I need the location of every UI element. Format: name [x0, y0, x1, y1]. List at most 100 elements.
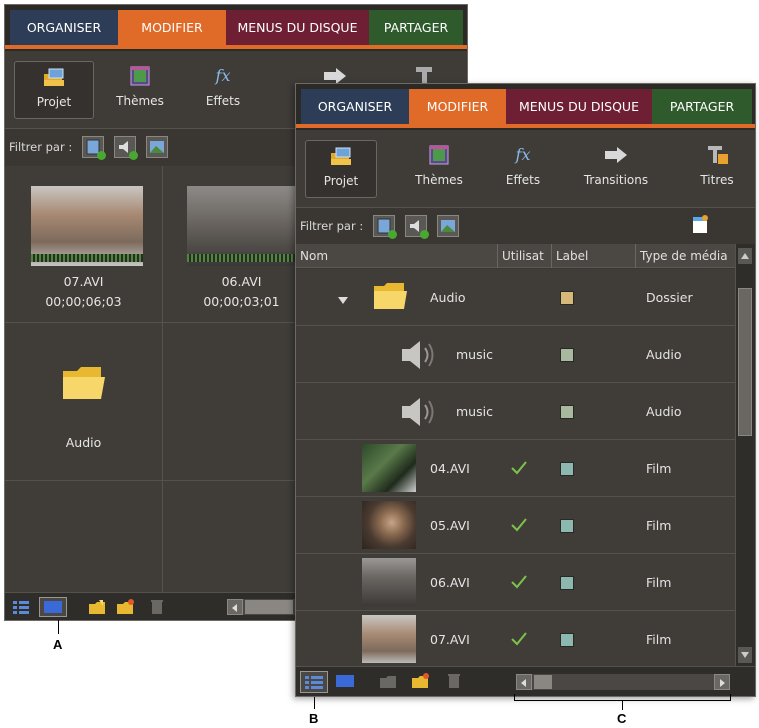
- video-thumbnail: [362, 558, 416, 606]
- horizontal-scrollbar[interactable]: [227, 599, 297, 615]
- tab-menus-du-disque[interactable]: MENUS DU DISQUE: [506, 89, 652, 124]
- audio-waveform: [31, 254, 143, 262]
- audio-waveform: [187, 254, 299, 262]
- list-item[interactable]: 04.AVI Film: [296, 440, 735, 497]
- tab-underline: [296, 124, 755, 128]
- media-list: Audio Dossier music Audio music Audio 04…: [296, 269, 735, 667]
- transitions-arrow-icon: [603, 144, 629, 166]
- titres-button[interactable]: Titres: [688, 140, 746, 198]
- folder-icon: [372, 280, 408, 315]
- effets-button[interactable]: fx Effets: [188, 61, 258, 119]
- icon-view-icon[interactable]: [334, 672, 356, 690]
- video-thumbnail: [362, 615, 416, 663]
- new-item-icon[interactable]: [378, 672, 398, 690]
- list-item[interactable]: Audio Dossier: [296, 269, 735, 326]
- front-panel: ORGANISER MODIFIER MENUS DU DISQUE PARTA…: [295, 83, 756, 697]
- scroll-right-button[interactable]: [714, 674, 730, 690]
- new-folder-icon[interactable]: [410, 672, 430, 690]
- column-header-type[interactable]: Type de média: [636, 244, 736, 268]
- trash-icon[interactable]: [446, 672, 462, 690]
- themes-icon: [426, 144, 452, 166]
- scroll-thumb[interactable]: [534, 675, 552, 689]
- filter-audio-button[interactable]: [114, 136, 139, 160]
- grid-item-empty: [5, 481, 163, 601]
- fx-icon: fx: [215, 66, 231, 85]
- scroll-down-button[interactable]: [738, 647, 752, 663]
- effets-button[interactable]: fx Effets: [494, 140, 552, 198]
- tab-underline: [5, 45, 467, 49]
- label-swatch[interactable]: [560, 633, 574, 647]
- grid-item-07avi[interactable]: 07.AVI 00;00;06;03: [5, 166, 163, 323]
- filter-image-button[interactable]: [146, 136, 169, 158]
- themes-icon: [127, 65, 153, 87]
- new-document-icon[interactable]: [691, 215, 709, 238]
- titles-icon: [704, 144, 730, 166]
- callout-c: C: [617, 711, 627, 726]
- projet-button[interactable]: Projet: [14, 61, 94, 119]
- new-folder-icon[interactable]: [115, 598, 135, 616]
- tab-bar: ORGANISER MODIFIER MENUS DU DISQUE PARTA…: [296, 84, 755, 130]
- label-swatch[interactable]: [560, 348, 574, 362]
- scroll-left-button[interactable]: [516, 674, 532, 690]
- tab-modifier[interactable]: MODIFIER: [118, 10, 226, 45]
- label-swatch[interactable]: [560, 291, 574, 305]
- column-header-utilisation[interactable]: Utilisat: [498, 244, 552, 268]
- icon-view-button[interactable]: [39, 597, 67, 617]
- scroll-thumb[interactable]: [245, 600, 293, 614]
- vertical-scrollbar[interactable]: [735, 244, 755, 667]
- check-icon: [510, 574, 528, 593]
- speaker-icon: [398, 395, 438, 432]
- list-header: Nom Utilisat Label Type de média: [296, 244, 735, 268]
- list-item[interactable]: 07.AVI Film: [296, 611, 735, 667]
- label-swatch[interactable]: [560, 462, 574, 476]
- scroll-thumb[interactable]: [738, 288, 752, 436]
- list-item[interactable]: music Audio: [296, 383, 735, 440]
- check-icon: [510, 631, 528, 650]
- filter-audio-button[interactable]: [405, 215, 430, 239]
- folder-icon: [61, 363, 107, 407]
- check-icon: [510, 460, 528, 479]
- project-icon: [41, 66, 67, 88]
- project-icon: [328, 145, 354, 167]
- tab-partager[interactable]: PARTAGER: [652, 89, 752, 124]
- label-swatch[interactable]: [560, 405, 574, 419]
- column-header-nom[interactable]: Nom: [296, 244, 498, 268]
- new-item-icon[interactable]: [87, 598, 107, 616]
- callout-a: A: [53, 637, 63, 652]
- list-item[interactable]: 06.AVI Film: [296, 554, 735, 611]
- horizontal-scrollbar[interactable]: [516, 674, 730, 690]
- list-view-button[interactable]: [300, 671, 328, 693]
- tab-partager[interactable]: PARTAGER: [369, 10, 463, 45]
- tab-bar: ORGANISER MODIFIER MENUS DU DISQUE PARTA…: [5, 5, 467, 51]
- callout-bracket-c-right: [730, 694, 731, 701]
- tab-organiser[interactable]: ORGANISER: [301, 89, 409, 124]
- scroll-up-button[interactable]: [738, 248, 752, 264]
- list-item[interactable]: music Audio: [296, 326, 735, 383]
- callout-line-c: [622, 700, 623, 710]
- list-item[interactable]: 05.AVI Film: [296, 497, 735, 554]
- themes-button[interactable]: Thèmes: [101, 61, 179, 119]
- grid-item-audio-folder[interactable]: Audio: [5, 323, 163, 481]
- themes-button[interactable]: Thèmes: [402, 140, 476, 198]
- callout-b: B: [309, 711, 319, 726]
- label-swatch[interactable]: [560, 576, 574, 590]
- label-swatch[interactable]: [560, 519, 574, 533]
- tab-modifier[interactable]: MODIFIER: [409, 89, 506, 124]
- column-header-label[interactable]: Label: [552, 244, 636, 268]
- tab-organiser[interactable]: ORGANISER: [10, 10, 118, 45]
- scroll-left-button[interactable]: [227, 599, 243, 615]
- filter-image-button[interactable]: [437, 215, 460, 237]
- filter-video-button[interactable]: [82, 136, 107, 160]
- list-view-icon[interactable]: [11, 598, 31, 616]
- tab-menus-du-disque[interactable]: MENUS DU DISQUE: [226, 10, 369, 45]
- callout-line-b: [314, 697, 315, 709]
- projet-button[interactable]: Projet: [305, 140, 377, 198]
- video-thumbnail: [362, 501, 416, 549]
- transitions-button[interactable]: Transitions: [570, 140, 662, 198]
- chevron-down-icon[interactable]: [338, 293, 348, 308]
- trash-icon[interactable]: [149, 598, 165, 616]
- filter-video-button[interactable]: [373, 215, 398, 239]
- check-icon: [510, 517, 528, 536]
- video-thumbnail: [362, 444, 416, 492]
- filter-bar: Filtrer par :: [296, 208, 755, 244]
